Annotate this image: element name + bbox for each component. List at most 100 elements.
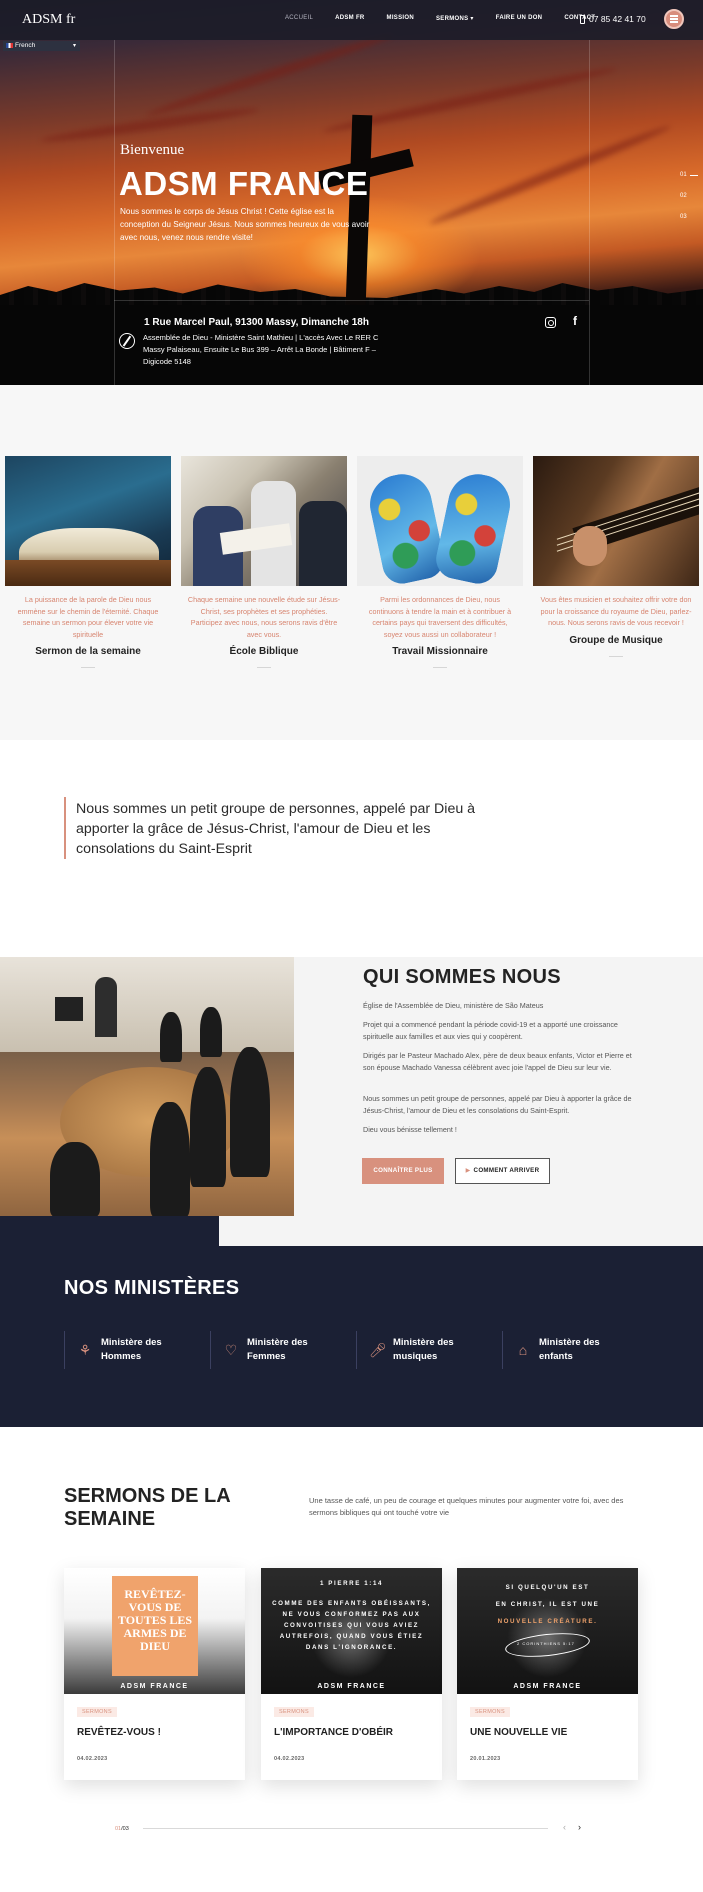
sermon-card[interactable]: SI QUELQU'UN EST EN CHRIST, IL EST UNE N… [457, 1568, 638, 1780]
sermon-date: 20.01.2023 [470, 1756, 501, 1762]
nav-item-adsm-fr[interactable]: ADSM FR [335, 15, 364, 22]
sermon-image-line: EN CHRIST, IL EST UNE [495, 1601, 600, 1608]
sermon-title[interactable]: REVÊTEZ-VOUS ! [77, 1727, 161, 1738]
slide-dot-2[interactable]: 02 [680, 186, 687, 207]
carousel-progress-track [143, 1828, 548, 1829]
sermon-image-text: REVÊTEZ-VOUS DE TOUTES LES ARMES DE DIEU [117, 1587, 193, 1653]
learn-more-button[interactable]: CONNAÎTRE PLUS [362, 1158, 444, 1184]
house-icon: ⌂ [518, 1342, 528, 1358]
ministry-item-women[interactable]: ♡ Ministère des Femmes [210, 1331, 340, 1369]
directions-button[interactable]: ▶ COMMENT ARRIVER [455, 1158, 550, 1184]
about-paragraph: Dieu vous bénisse tellement ! [363, 1125, 457, 1134]
nav-menu: ACCUEIL ADSM FR MISSION SERMONS ▾ FAIRE … [285, 15, 617, 22]
person-figure [190, 1067, 226, 1187]
nav-item-accueil[interactable]: ACCUEIL [285, 15, 313, 22]
service-card[interactable]: La puissance de la parole de Dieu nous e… [5, 456, 171, 668]
sermon-card[interactable]: REVÊTEZ-VOUS DE TOUTES LES ARMES DE DIEU… [64, 1568, 245, 1780]
heart-icon: ♡ [224, 1342, 238, 1358]
menu-toggle-button[interactable] [664, 9, 684, 29]
bible-image [5, 456, 171, 586]
sermon-title[interactable]: UNE NOUVELLE VIE [470, 1727, 567, 1738]
room-wall [0, 957, 294, 1052]
ministry-label: Ministère des musiques [393, 1337, 454, 1362]
sermon-image-heading: 1 PIERRE 1:14 [319, 1580, 384, 1587]
sermon-image-footer: ADSM FRANCE [513, 1683, 582, 1690]
table-surface [5, 560, 171, 586]
tv-screen [55, 997, 83, 1021]
instagram-icon[interactable] [545, 317, 556, 328]
slide-pagination: 01 02 03 [680, 165, 698, 228]
sermon-tag[interactable]: SERMONS [470, 1707, 510, 1717]
language-selector[interactable]: French ▾ [3, 41, 80, 51]
about-title: QUI SOMMES NOUS [363, 966, 561, 988]
service-description: La puissance de la parole de Dieu nous e… [17, 595, 159, 639]
about-paragraph: Projet qui a commencé pendant la période… [363, 1020, 618, 1041]
sermon-date: 04.02.2023 [77, 1756, 108, 1762]
nav-item-faire-un-don[interactable]: FAIRE UN DON [496, 15, 543, 22]
play-icon: ▶ [465, 1168, 471, 1174]
phone-icon [580, 14, 585, 24]
sermon-image: REVÊTEZ-VOUS DE TOUTES LES ARMES DE DIEU… [64, 1568, 245, 1694]
guitar-image [533, 456, 699, 586]
person-figure [160, 1012, 182, 1062]
hero-grid-line [114, 40, 115, 385]
congregation-photo [0, 957, 294, 1216]
about-paragraph: Église de l'Assemblée de Dieu, ministère… [363, 1001, 544, 1010]
sermon-image: SI QUELQU'UN EST EN CHRIST, IL EST UNE N… [457, 1568, 638, 1694]
sermon-tag[interactable]: SERMONS [77, 1707, 117, 1717]
services-section: La puissance de la parole de Dieu nous e… [0, 385, 703, 740]
sermon-image-text: COMME DES ENFANTS OBÉISSANTS, NE VOUS CO… [272, 1600, 431, 1651]
hero-welcome: Bienvenue [120, 142, 185, 158]
ministry-label: Ministère des Femmes [247, 1337, 308, 1362]
service-card[interactable]: Parmi les ordonnances de Dieu, nous cont… [357, 456, 523, 668]
service-card[interactable]: Chaque semaine une nouvelle étude sur Jé… [181, 456, 347, 668]
hero-address-detail: Assemblée de Dieu - Ministère Saint Math… [143, 333, 379, 366]
scripture-reference: 2 CORINTHIENS 5:17 [517, 1641, 575, 1646]
slide-dot-1[interactable]: 01 [680, 165, 698, 186]
hero-grid-line [589, 40, 590, 385]
service-card[interactable]: Vous êtes musicien et souhaitez offrir v… [533, 456, 699, 657]
sermon-image-line-highlight: NOUVELLE CRÉATURE. [497, 1618, 598, 1625]
pastor-figure [95, 977, 117, 1037]
ministry-item-children[interactable]: ⌂ Ministère des enfants [502, 1331, 632, 1369]
hero-description: Nous sommes le corps de Jésus Christ ! C… [120, 207, 370, 242]
sermon-date: 04.02.2023 [274, 1756, 305, 1762]
chevron-right-icon[interactable]: › [578, 1822, 581, 1832]
facebook-icon[interactable]: f [573, 314, 577, 328]
person-figure [200, 1007, 222, 1057]
sky-streak [144, 30, 396, 120]
language-label: French [15, 42, 36, 49]
hero-section: Bienvenue ADSM FRANCE Nous sommes le cor… [0, 0, 703, 385]
sermon-title[interactable]: L'IMPORTANCE D'OBÉIR [274, 1727, 393, 1738]
hand-figure [573, 526, 607, 566]
service-description: Parmi les ordonnances de Dieu, nous cont… [368, 595, 512, 639]
sermon-tag[interactable]: SERMONS [274, 1707, 314, 1717]
ministry-item-men[interactable]: ⚘ Ministère des Hommes [64, 1331, 194, 1369]
nav-item-mission[interactable]: MISSION [387, 15, 414, 22]
hero-address: 1 Rue Marcel Paul, 91300 Massy, Dimanche… [144, 317, 369, 328]
service-description: Chaque semaine une nouvelle étude sur Jé… [187, 595, 341, 639]
sermon-image-footer: ADSM FRANCE [317, 1683, 386, 1690]
chevron-down-icon: ▾ [72, 43, 76, 49]
hero-title: ADSM FRANCE [119, 165, 369, 202]
sermon-card[interactable]: 1 PIERRE 1:14 COMME DES ENFANTS OBÉISSAN… [261, 1568, 442, 1780]
sermons-title: SERMONS DE LA SEMAINE [64, 1485, 230, 1530]
ministries-title: NOS MINISTÈRES [64, 1277, 240, 1299]
divider [609, 655, 623, 657]
person-figure [299, 501, 347, 586]
person-figure [150, 1102, 190, 1216]
ministry-item-music[interactable]: 🎤︎ Ministère des musiques [356, 1331, 486, 1369]
world-hands-image [357, 456, 523, 586]
chevron-left-icon[interactable]: ‹ [563, 1822, 566, 1832]
service-title: Travail Missionnaire [392, 646, 488, 657]
person-figure [50, 1142, 100, 1216]
ministry-label: Ministère des enfants [539, 1337, 600, 1362]
brand-logo[interactable]: ADSM fr [22, 12, 75, 28]
divider [433, 667, 447, 668]
compass-icon [119, 333, 135, 349]
flag-icon [6, 43, 13, 48]
nav-phone[interactable]: 07 85 42 41 70 [580, 14, 646, 24]
slide-dot-3[interactable]: 03 [680, 207, 687, 228]
sermon-image: 1 PIERRE 1:14 COMME DES ENFANTS OBÉISSAN… [261, 1568, 442, 1694]
nav-item-sermons[interactable]: SERMONS ▾ [436, 15, 474, 22]
